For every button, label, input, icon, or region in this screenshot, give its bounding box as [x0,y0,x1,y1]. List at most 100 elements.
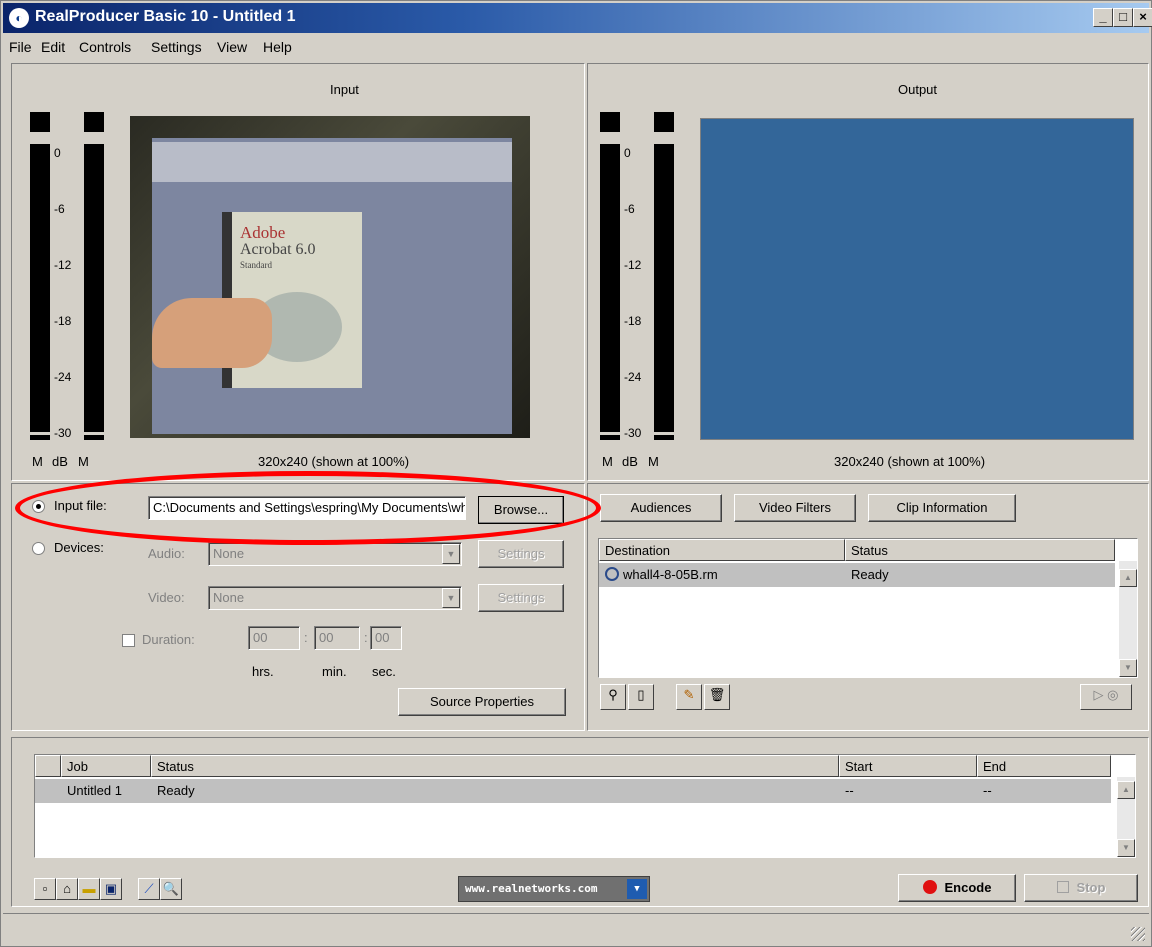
scroll-up-button[interactable]: ▲ [1117,781,1135,799]
preview-cd-text-1: Adobe [240,223,286,242]
video-filters-button[interactable]: Video Filters [734,494,856,522]
min-label: min. [322,664,347,679]
input-panel: Input 0 -6 -12 -18 -24 -30 M dB M Adobe … [11,63,585,481]
status-bar [3,913,1149,943]
table-row[interactable]: Untitled 1 Ready -- -- [35,779,1111,803]
destination-list: Destination Status whall4-8-05B.rm Ready… [598,538,1138,678]
duration-hrs-field[interactable]: 00 [248,626,300,650]
job-start-column-header[interactable]: Start [839,755,977,777]
preview-toolbar [152,142,512,182]
job-end-column-header[interactable]: End [977,755,1111,777]
encode-button[interactable]: Encode [898,874,1016,902]
add-server-icon[interactable]: ▯ [628,684,654,710]
job-status: Ready [157,783,195,798]
menu-settings[interactable]: Settings [151,39,202,55]
output-meter-left [600,144,620,440]
menu-bar: File Edit Controls Settings View Help [3,35,1149,59]
job-scrollbar[interactable]: ▲ ▼ [1117,777,1135,857]
realnetworks-url-dropdown[interactable]: www.realnetworks.com ▼ [458,876,650,902]
hrs-label: hrs. [252,664,274,679]
devices-radio[interactable] [32,542,45,555]
preview-monitor-screen: Adobe Acrobat 6.0 Standard [152,138,512,434]
window-title: RealProducer Basic 10 - Untitled 1 [35,8,296,25]
magnifier-icon[interactable]: 🔍 [160,878,182,900]
scroll-up-button[interactable]: ▲ [1119,569,1137,587]
preview-cd-text-2: Acrobat 6.0 [240,241,316,258]
stop-button[interactable]: Stop [1024,874,1138,902]
audio-select[interactable]: None ▼ [208,542,462,566]
job-status-column-header[interactable]: Status [151,755,839,777]
video-label: Video: [148,590,185,605]
job-column-header[interactable]: Job [61,755,151,777]
open-folder-icon[interactable]: ▬ [78,878,100,900]
title-bar: ◐ RealProducer Basic 10 - Untitled 1 _ □… [3,3,1152,33]
video-select[interactable]: None ▼ [208,586,462,610]
menu-file[interactable]: File [9,39,32,55]
duration-min-field[interactable]: 00 [314,626,360,650]
input-meter-label-m1: M [32,454,43,469]
preview-cd-text-3: Standard [240,260,272,270]
output-heading: Output [898,82,938,97]
output-db-scale: 0 -6 -12 -18 -24 -30 [624,146,642,440]
close-button[interactable]: × [1133,8,1152,27]
output-meter-label-db: dB [622,454,638,469]
play-destination-icon[interactable]: ▷ ◎ [1080,684,1132,710]
record-icon [922,880,937,894]
realnetworks-url: www.realnetworks.com [465,882,598,895]
output-video-preview [700,118,1134,440]
sec-label: sec. [372,664,396,679]
destination-file-icon [605,567,619,581]
preview-hand [152,298,272,368]
menu-view[interactable]: View [217,39,247,55]
input-db-scale: 0 -6 -12 -18 -24 -30 [54,146,72,440]
menu-edit[interactable]: Edit [41,39,65,55]
clip-information-button[interactable]: Clip Information [868,494,1016,522]
add-destination-icon[interactable]: ⚲ [600,684,626,710]
minimize-button[interactable]: _ [1093,8,1113,27]
destination-name: whall4-8-05B.rm [623,567,718,582]
chart-stats-icon[interactable]: ⟋ [138,878,160,900]
duration-checkbox[interactable] [122,634,135,647]
output-meter-right [654,144,674,440]
resize-grip-icon[interactable] [1131,927,1145,941]
video-settings-button[interactable]: Settings [478,584,564,612]
devices-label: Devices: [54,540,104,555]
source-properties-button[interactable]: Source Properties [398,688,566,716]
scroll-down-button[interactable]: ▼ [1119,659,1137,677]
job-name: Untitled 1 [67,783,122,798]
job-list: Job Status Start End Untitled 1 Ready --… [34,754,1136,858]
open-template-icon[interactable]: ⌂ [56,878,78,900]
save-disk-icon[interactable]: ▣ [100,878,122,900]
encode-label: Encode [944,880,992,895]
status-column-header[interactable]: Status [845,539,1115,561]
input-meter-left-clip [30,112,50,132]
destination-scrollbar[interactable]: ▲ ▼ [1119,561,1137,677]
input-meter-right-clip [84,112,104,132]
output-meter-left-clip [600,112,620,132]
audio-settings-button[interactable]: Settings [478,540,564,568]
maximize-button[interactable]: □ [1113,8,1133,27]
job-select-header [35,755,61,777]
output-size-caption: 320x240 (shown at 100%) [834,454,986,469]
scroll-down-button[interactable]: ▼ [1117,839,1135,857]
table-row[interactable]: whall4-8-05B.rm Ready [599,563,1115,587]
job-end: -- [983,783,992,798]
app-window: ◐ RealProducer Basic 10 - Untitled 1 _ □… [0,0,1152,947]
menu-controls[interactable]: Controls [79,39,131,55]
new-job-icon[interactable]: ▫ [34,878,56,900]
audiences-button[interactable]: Audiences [600,494,722,522]
destination-column-header[interactable]: Destination [599,539,845,561]
edit-pencil-icon[interactable]: ✎ [676,684,702,710]
input-meter-right [84,144,104,440]
menu-help[interactable]: Help [263,39,292,55]
duration-separator: : [304,630,308,645]
delete-trash-icon[interactable]: 🗑 [704,684,730,710]
destination-status: Ready [851,567,889,582]
audio-select-value: None [213,546,245,561]
duration-sec-field[interactable]: 00 [370,626,402,650]
input-meter-left [30,144,50,440]
chevron-down-icon: ▼ [442,544,460,564]
output-meter-right-clip [654,112,674,132]
output-meter-label-m2: M [648,454,659,469]
duration-separator: : [364,630,368,645]
